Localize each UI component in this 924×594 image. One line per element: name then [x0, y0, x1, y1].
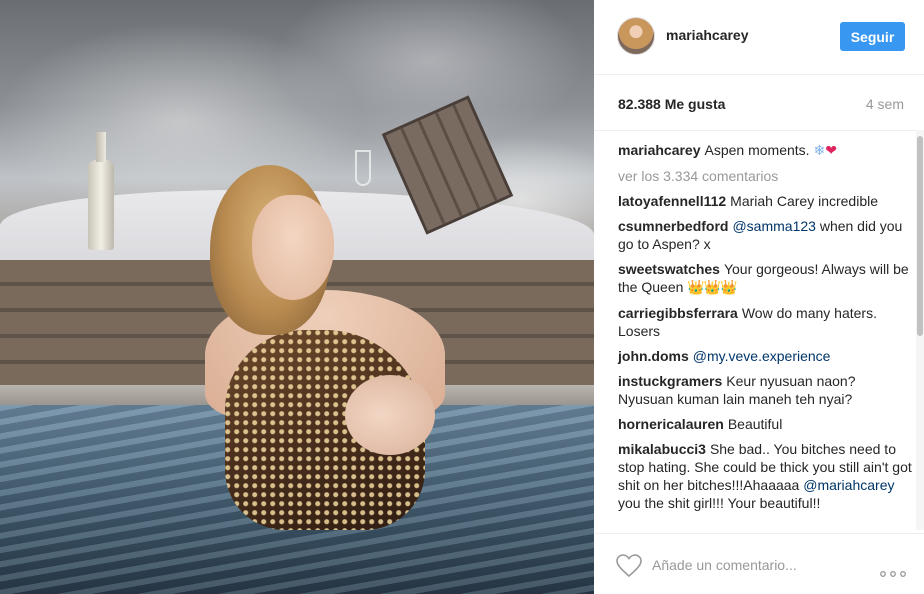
comment-item: csumnerbedford @samma123 when did you go …	[618, 217, 912, 253]
comments-scrollbar[interactable]	[916, 130, 924, 530]
more-options-icon[interactable]	[880, 564, 906, 577]
champagne-glass	[355, 150, 371, 186]
comment-item: mikalabucci3 She bad.. You bitches need t…	[618, 440, 912, 512]
comment-text: Beautiful	[727, 416, 783, 432]
post-stats: 82.388 Me gusta 4 sem	[594, 75, 924, 130]
avatar[interactable]	[617, 17, 655, 55]
champagne-bottle	[88, 132, 114, 250]
post-footer	[594, 533, 924, 594]
comment-item: sweetswatches Your gorgeous! Always will …	[618, 260, 912, 297]
likes-count[interactable]: 82.388 Me gusta	[618, 96, 725, 112]
comments-section[interactable]: mariahcarey Aspen moments. ❄❤ ver los 3.3…	[594, 130, 924, 530]
comment-item: hornericalauren Beautiful	[618, 415, 912, 433]
comment-text: Mariah Carey incredible	[730, 193, 879, 209]
snowflake-icon: ❄	[813, 143, 826, 159]
comment-username[interactable]: carriegibbsferrara	[618, 305, 738, 321]
caption-username[interactable]: mariahcarey	[618, 142, 701, 158]
caption: mariahcarey Aspen moments. ❄❤	[618, 141, 912, 160]
comment-item: instuckgramers Keur nyusuan naon? Nyusuan…	[618, 372, 912, 408]
caption-text: Aspen moments.	[704, 142, 810, 158]
comment-username[interactable]: hornericalauren	[618, 416, 724, 432]
person-face	[252, 195, 334, 300]
person-arm	[345, 375, 435, 455]
comment-username[interactable]: mikalabucci3	[618, 441, 706, 457]
post-header: mariahcarey Seguir	[594, 0, 924, 75]
follow-button[interactable]: Seguir	[840, 22, 905, 51]
view-all-comments-link[interactable]: ver los 3.334 comentarios	[618, 167, 912, 185]
comment-item: latoyafennell112 Mariah Carey incredible	[618, 192, 912, 210]
post-sidebar: mariahcarey Seguir 82.388 Me gusta 4 sem…	[594, 0, 924, 594]
post-photo[interactable]	[0, 0, 594, 594]
comment-username[interactable]: john.doms	[618, 348, 689, 364]
comment-item: carriegibbsferrara Wow do many haters. Lo…	[618, 304, 912, 340]
post-time[interactable]: 4 sem	[866, 96, 904, 112]
instagram-post: mariahcarey Seguir 82.388 Me gusta 4 sem…	[0, 0, 924, 594]
heart-outline-icon[interactable]	[616, 554, 642, 578]
comment-mention[interactable]: @mariahcarey	[803, 477, 894, 493]
red-heart-icon: ❤	[825, 143, 837, 159]
comment-username[interactable]: csumnerbedford	[618, 218, 728, 234]
comment-username[interactable]: latoyafennell112	[618, 193, 726, 209]
crown-icons: 👑👑👑	[687, 280, 737, 296]
scrollbar-thumb[interactable]	[917, 136, 923, 336]
comment-username[interactable]: sweetswatches	[618, 261, 720, 277]
comment-mention[interactable]: @my.veve.experience	[693, 348, 831, 364]
comment-text-continued: you the shit girl!!! Your beautiful!!	[618, 495, 821, 511]
comment-item: john.doms @my.veve.experience	[618, 347, 912, 365]
header-username[interactable]: mariahcarey	[666, 27, 749, 43]
comment-username[interactable]: instuckgramers	[618, 373, 722, 389]
comment-mention[interactable]: @samma123	[732, 218, 815, 234]
comment-input[interactable]	[652, 552, 872, 578]
